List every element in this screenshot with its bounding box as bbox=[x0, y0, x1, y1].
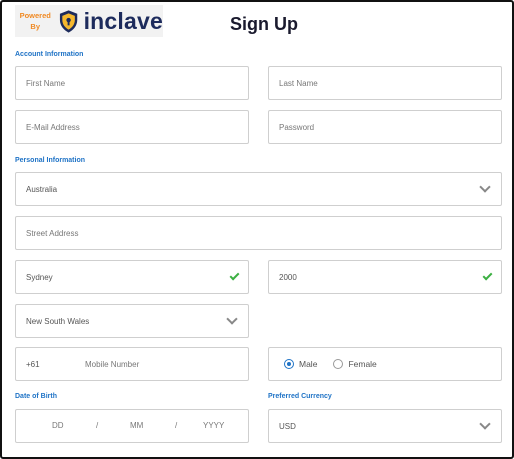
currency-select[interactable]: USD bbox=[268, 409, 502, 443]
password-placeholder: Password bbox=[279, 122, 315, 132]
page-title: Sign Up bbox=[230, 14, 298, 34]
mobile-number-field[interactable]: +61 Mobile Number bbox=[15, 347, 249, 381]
gender-female-radio[interactable] bbox=[333, 359, 344, 369]
email-placeholder: E-Mail Address bbox=[26, 122, 80, 132]
postcode-value: 2000 bbox=[279, 272, 297, 282]
country-value: Australia bbox=[26, 184, 58, 194]
brand-name: inclave bbox=[83, 7, 163, 34]
email-field[interactable]: E-Mail Address bbox=[15, 110, 249, 144]
last-name-placeholder: Last Name bbox=[279, 78, 318, 88]
street-address-field[interactable]: Street Address bbox=[15, 216, 502, 250]
gender-male-label[interactable]: Male bbox=[299, 359, 317, 369]
date-of-birth-field: DD / MM / YYYY bbox=[15, 409, 249, 443]
section-personal-information: Personal Information bbox=[15, 157, 86, 164]
currency-value: USD bbox=[279, 421, 296, 431]
last-name-field[interactable]: Last Name bbox=[268, 66, 502, 100]
country-select[interactable]: Australia bbox=[15, 172, 502, 206]
gender-female-label[interactable]: Female bbox=[348, 359, 376, 369]
first-name-placeholder: First Name bbox=[26, 78, 66, 88]
shield-lock-icon bbox=[60, 9, 78, 33]
state-value: New South Wales bbox=[26, 316, 90, 326]
signup-window: Powered By inclave Sign Up Account Infor… bbox=[0, 0, 514, 459]
city-field[interactable]: Sydney bbox=[15, 260, 249, 294]
powered-by-text: Powered By bbox=[19, 11, 51, 31]
dob-separator: / bbox=[96, 421, 99, 430]
phone-country-code[interactable]: +61 bbox=[26, 360, 85, 369]
street-address-placeholder: Street Address bbox=[26, 228, 79, 238]
city-value: Sydney bbox=[26, 272, 53, 282]
gender-male-radio[interactable] bbox=[284, 359, 294, 369]
state-select[interactable]: New South Wales bbox=[15, 304, 249, 338]
mobile-number-placeholder: Mobile Number bbox=[85, 359, 140, 369]
section-preferred-currency: Preferred Currency bbox=[268, 393, 332, 400]
first-name-field[interactable]: First Name bbox=[15, 66, 249, 100]
dob-month-input[interactable]: MM bbox=[130, 421, 143, 430]
dob-day-input[interactable]: DD bbox=[52, 421, 64, 430]
dob-year-input[interactable]: YYYY bbox=[203, 421, 224, 430]
gender-radio-group: Male Female bbox=[268, 347, 502, 381]
postcode-field[interactable]: 2000 bbox=[268, 260, 502, 294]
brand-logo: Powered By inclave bbox=[15, 5, 163, 37]
section-date-of-birth: Date of Birth bbox=[15, 393, 57, 400]
password-field[interactable]: Password bbox=[268, 110, 502, 144]
dob-separator: / bbox=[175, 421, 178, 430]
section-account-information: Account Information bbox=[15, 51, 84, 58]
